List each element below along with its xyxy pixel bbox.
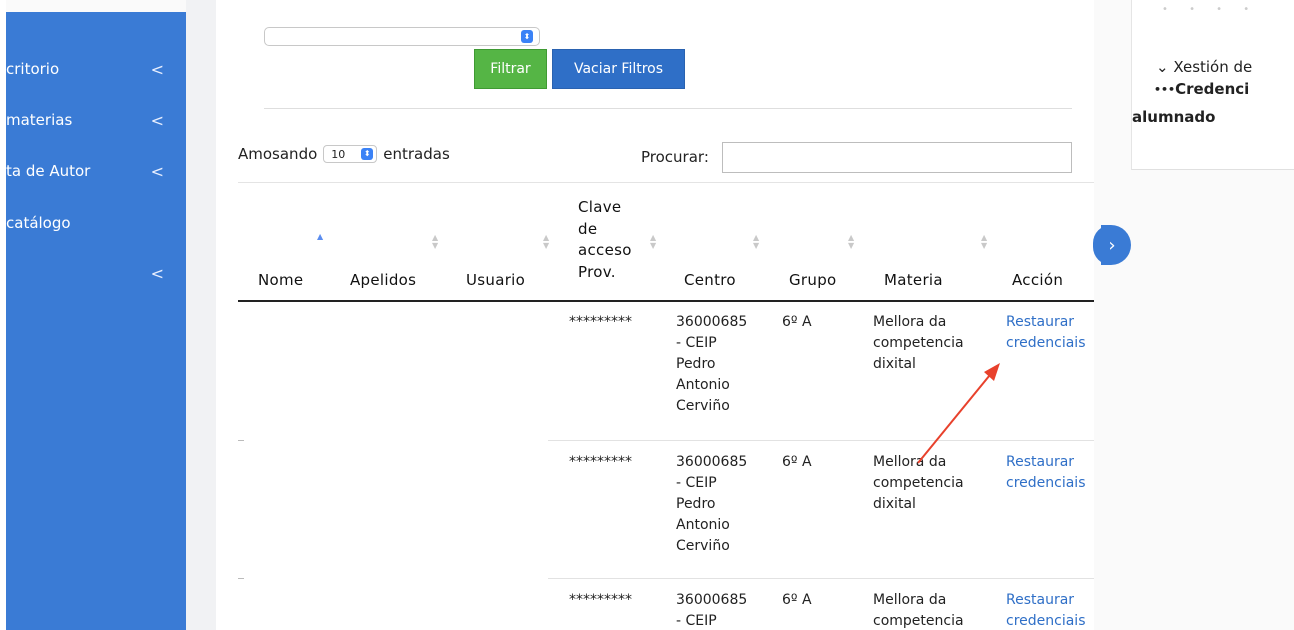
right-panel: • • • • ⌄ Xestión de •••Credenci alumnad… — [1131, 0, 1294, 170]
sidebar-item-label: materias — [6, 111, 73, 129]
breadcrumb-label: Credenci — [1175, 80, 1250, 98]
sidebar-item-label: critorio — [6, 60, 60, 78]
content-gutter — [186, 0, 216, 630]
main-panel: ⬍ Filtrar Vaciar Filtros Amosando 10 ⬍ e… — [216, 0, 1094, 630]
sidebar-item-label: catálogo — [6, 214, 71, 232]
sidebar-item-catalogo[interactable]: catálogo — [6, 206, 186, 240]
ellipsis-icon: ••• — [1154, 83, 1176, 96]
chevron-right-icon: › — [1108, 234, 1116, 256]
sidebar-item-materias[interactable]: materias < — [6, 103, 186, 137]
dots-icon: • • • • — [1162, 4, 1259, 15]
breadcrumb-label: Xestión de — [1173, 58, 1253, 76]
sidebar-item-escritorio[interactable]: critorio < — [6, 52, 186, 86]
chevron-left-icon: < — [150, 161, 164, 181]
breadcrumb-item[interactable]: ⌄ Xestión de — [1156, 58, 1252, 76]
sidebar-item-collapsed[interactable]: < — [6, 256, 186, 290]
chevron-left-icon: < — [150, 59, 164, 79]
breadcrumb-label-continued: alumnado — [1132, 108, 1216, 126]
chevron-left-icon: < — [150, 263, 164, 283]
panel-toggle-button[interactable]: › — [1093, 225, 1131, 265]
chevron-left-icon: < — [150, 110, 164, 130]
sidebar-item-label: ta de Autor — [6, 162, 91, 180]
sidebar: critorio < materias < ta de Autor < catá… — [6, 12, 186, 630]
sidebar-item-ferramenta-autor[interactable]: ta de Autor < — [6, 154, 186, 188]
chevron-down-icon: ⌄ — [1156, 58, 1169, 76]
breadcrumb-item[interactable]: •••Credenci — [1154, 80, 1249, 98]
annotation-arrow — [917, 363, 1000, 464]
